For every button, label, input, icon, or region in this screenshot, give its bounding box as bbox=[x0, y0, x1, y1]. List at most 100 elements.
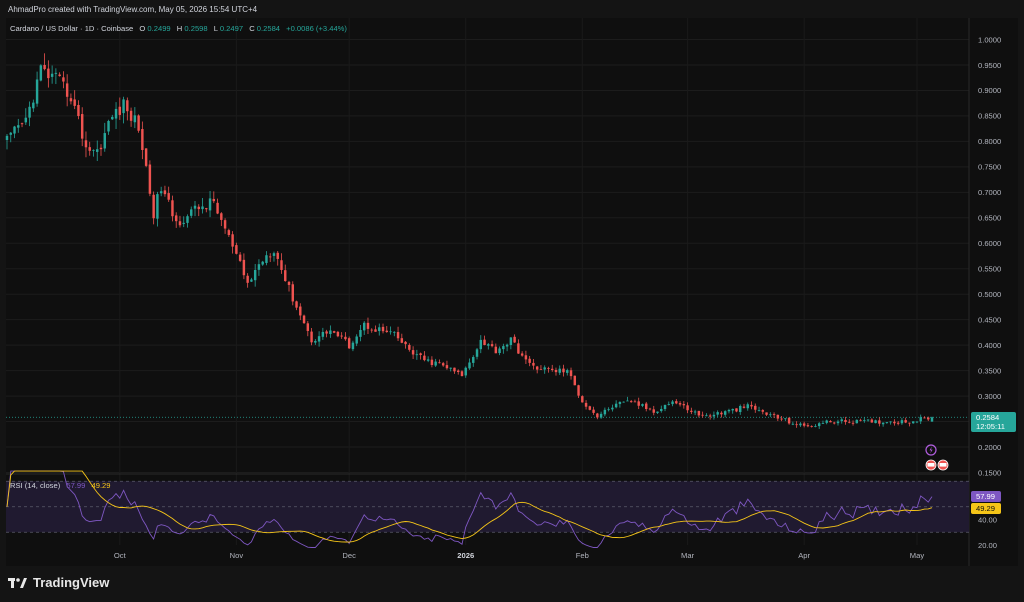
candle-body bbox=[844, 420, 847, 423]
candle-body bbox=[479, 339, 483, 350]
candle-body bbox=[686, 405, 689, 411]
candle-body bbox=[817, 423, 821, 427]
candle-body bbox=[641, 404, 644, 406]
candle-body bbox=[370, 329, 373, 331]
event-icons[interactable] bbox=[925, 444, 949, 471]
candle-body bbox=[739, 405, 742, 413]
candle-body bbox=[517, 343, 520, 354]
y-tick-label: 0.2000 bbox=[978, 443, 1001, 452]
candle-body bbox=[573, 375, 577, 386]
chart-legend: Cardano / US Dollar · 1D · Coinbase O 0.… bbox=[10, 24, 347, 33]
candle-body bbox=[39, 65, 43, 81]
candle-body bbox=[502, 346, 505, 350]
candle-body bbox=[163, 190, 167, 195]
candle-body bbox=[107, 120, 110, 132]
candle-body bbox=[253, 270, 257, 281]
candle-body bbox=[336, 331, 340, 337]
candle-body bbox=[866, 419, 870, 421]
candle-body bbox=[611, 407, 614, 410]
candle-body bbox=[69, 98, 73, 102]
candle-body bbox=[633, 401, 637, 403]
candle-body bbox=[291, 284, 294, 302]
x-tick-label: Feb bbox=[576, 551, 589, 560]
candle-body bbox=[577, 385, 580, 396]
tradingview-logo-icon bbox=[8, 576, 28, 590]
candle-body bbox=[374, 329, 377, 332]
candle-body bbox=[400, 338, 404, 343]
candle-body bbox=[197, 206, 200, 210]
candle-body bbox=[227, 230, 231, 235]
candle-body bbox=[171, 200, 174, 217]
candle-body bbox=[88, 147, 91, 151]
candle-body bbox=[693, 411, 697, 413]
y-tick-label: 0.1500 bbox=[978, 468, 1001, 477]
candle-body bbox=[205, 208, 208, 210]
candle-body bbox=[28, 106, 31, 118]
rsi-ma-tag-value: 49.29 bbox=[976, 504, 995, 513]
tradingview-logo[interactable]: TradingView bbox=[8, 575, 109, 590]
candle-body bbox=[870, 419, 874, 423]
candle-body bbox=[927, 417, 930, 420]
candle-body bbox=[769, 414, 772, 416]
candle-body bbox=[667, 404, 671, 405]
candle-body bbox=[532, 362, 535, 366]
candle-body bbox=[92, 149, 95, 151]
y-tick-label: 0.7500 bbox=[978, 163, 1001, 172]
x-tick-label: Mar bbox=[681, 551, 695, 560]
candle-body bbox=[378, 327, 381, 332]
candle-body bbox=[77, 104, 80, 117]
y-tick-label: 0.9000 bbox=[978, 86, 1001, 95]
candle-body bbox=[675, 401, 678, 404]
candle-body bbox=[716, 412, 719, 415]
candle-body bbox=[505, 344, 509, 347]
candle-body bbox=[381, 326, 385, 332]
candle-body bbox=[434, 361, 437, 366]
candle-body bbox=[321, 331, 325, 337]
candle-body bbox=[366, 322, 370, 329]
candle-body bbox=[310, 331, 313, 343]
candle-body bbox=[216, 202, 219, 214]
candle-body bbox=[257, 264, 261, 270]
candle-body bbox=[874, 420, 877, 424]
candle-body bbox=[235, 245, 238, 254]
candle-body bbox=[599, 413, 603, 418]
candle-body bbox=[58, 74, 61, 77]
candle-body bbox=[268, 256, 272, 258]
candle-body bbox=[332, 331, 336, 333]
candle-body bbox=[566, 370, 569, 373]
candle-body bbox=[174, 215, 178, 222]
candle-body bbox=[419, 353, 422, 355]
candle-body bbox=[355, 336, 358, 344]
candle-body bbox=[543, 367, 546, 370]
chart-svg[interactable]: 1.0000 0.9500 0.9000 0.8500 0.8000 0.7500 0.70… bbox=[0, 0, 1024, 602]
candle-body bbox=[460, 371, 464, 377]
candle-body bbox=[426, 359, 430, 361]
x-tick-label: Oct bbox=[114, 551, 127, 560]
candle-body bbox=[50, 73, 54, 77]
candle-body bbox=[915, 421, 919, 423]
candle-body bbox=[652, 409, 655, 413]
candle-body bbox=[712, 414, 716, 417]
price-tag: 0.2584 12:05:11 bbox=[971, 412, 1016, 432]
candle-body bbox=[780, 418, 783, 420]
y-tick-label: 0.4500 bbox=[978, 315, 1001, 324]
candle-body bbox=[821, 423, 825, 424]
open-value: 0.2499 bbox=[147, 24, 170, 33]
candle-body bbox=[404, 341, 407, 345]
candle-body bbox=[513, 336, 516, 343]
candle-body bbox=[295, 301, 298, 308]
candle-body bbox=[129, 110, 133, 121]
candle-body bbox=[306, 323, 310, 331]
price-tag-value: 0.2584 bbox=[976, 413, 999, 422]
candle-body bbox=[314, 340, 317, 343]
candle-body bbox=[697, 410, 701, 416]
candle-body bbox=[17, 125, 20, 128]
candle-body bbox=[810, 426, 813, 427]
rsi-y-tick-label: 40.00 bbox=[978, 515, 997, 524]
candle-body bbox=[84, 140, 88, 148]
candle-body bbox=[201, 206, 204, 210]
candle-body bbox=[261, 261, 264, 265]
candle-body bbox=[246, 275, 249, 283]
candle-body bbox=[242, 259, 246, 276]
candle-body bbox=[776, 414, 780, 419]
